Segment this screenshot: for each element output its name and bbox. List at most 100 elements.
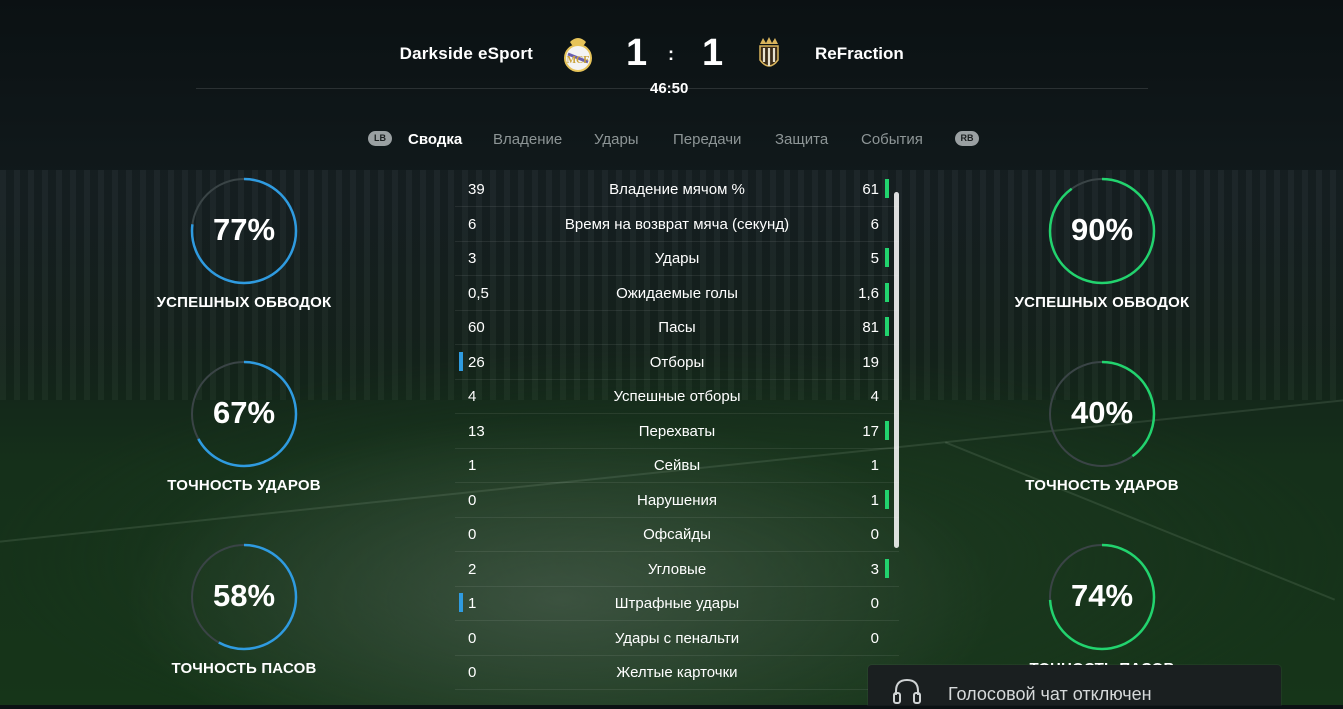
stats-tabs: LB Сводка Владение Удары Передачи Защита… (0, 130, 1343, 152)
home-team-name: Darkside eSport (399, 44, 533, 63)
home-score: 1 (626, 32, 648, 74)
away-value: 19 (862, 353, 879, 371)
home-ring-stat: 77% УСПЕШНЫХ ОБВОДОК (134, 176, 354, 326)
rb-bumper-icon[interactable]: RB (955, 131, 979, 146)
away-value: 61 (862, 181, 879, 198)
stat-label: Отборы (649, 353, 705, 371)
voice-chat-text: Голосовой чат отключен (948, 684, 1152, 704)
ring-value: 67% (212, 395, 276, 430)
away-leader-bar (885, 558, 889, 578)
score-separator: : (668, 44, 674, 64)
stats-table[interactable]: 39 Владение мячом % 61 6 Время на возврат мя… (455, 172, 899, 692)
tab-defending[interactable]: Защита (775, 131, 828, 148)
stat-label: Успешные отборы (613, 388, 741, 405)
away-value: 6 (870, 215, 879, 233)
stat-row: 1 Сейвы 1 (455, 448, 899, 483)
ring-value: 90% (1070, 212, 1134, 247)
away-value: 3 (870, 560, 879, 578)
stat-row: 3 Удары 5 (455, 241, 899, 276)
stat-label: Угловые (647, 560, 707, 578)
tab-passing[interactable]: Передачи (673, 131, 741, 148)
voice-chat-notification: Голосовой чат отключен (868, 665, 1281, 705)
ring-value: 58% (212, 578, 276, 613)
tab-summary[interactable]: Сводка (408, 131, 462, 148)
away-score: 1 (702, 32, 724, 74)
stat-label: Пасы (658, 319, 696, 336)
stat-label: Сейвы (653, 457, 701, 474)
away-value: 17 (862, 422, 879, 440)
ring-value: 77% (212, 212, 276, 247)
home-value: 4 (468, 388, 477, 405)
stat-row: 0 Желтые карточки (455, 655, 899, 690)
ring-label: ТОЧНОСТЬ УДАРОВ (1025, 477, 1179, 494)
headset-icon (893, 678, 921, 704)
stat-label: Нарушения (636, 491, 717, 509)
away-value: 1,6 (858, 284, 879, 302)
away-value: 4 (870, 388, 879, 405)
stat-row: 26 Отборы 19 (455, 345, 899, 380)
stat-label: Желтые карточки (616, 664, 738, 681)
away-value: 1 (870, 457, 879, 474)
home-value: 1 (468, 595, 477, 612)
ring-label: ТОЧНОСТЬ ПАСОВ (171, 660, 317, 677)
ring-label: УСПЕШНЫХ ОБВОДОК (1014, 294, 1190, 311)
stat-label: Офсайды (643, 526, 711, 543)
home-value: 6 (468, 215, 477, 233)
tab-shots[interactable]: Удары (594, 131, 639, 148)
ring-label: ТОЧНОСТЬ УДАРОВ (167, 477, 321, 494)
stat-row: 6 Время на возврат мяча (секунд) 6 (455, 207, 899, 242)
home-value: 3 (468, 250, 477, 267)
away-leader-bar (885, 317, 889, 336)
stat-row: 0 Офсайды 0 (455, 517, 899, 552)
stat-label: Перехваты (638, 422, 716, 440)
away-leader-bar (885, 420, 889, 440)
away-value: 0 (870, 526, 879, 543)
stat-row: 0 Удары с пенальти 0 (455, 621, 899, 656)
away-value: 1 (870, 491, 879, 509)
home-value: 0 (468, 664, 477, 681)
ring-value: 74% (1070, 578, 1134, 613)
home-value: 0,5 (468, 284, 489, 302)
tab-events[interactable]: События (861, 131, 923, 148)
stat-label: Ожидаемые голы (616, 284, 738, 302)
away-value: 0 (870, 595, 879, 612)
tab-possession[interactable]: Владение (493, 131, 562, 148)
home-value: 39 (468, 181, 485, 198)
away-value: 5 (870, 250, 879, 267)
away-value: 0 (870, 629, 879, 647)
away-ring-stat: 90% УСПЕШНЫХ ОБВОДОК (992, 176, 1212, 326)
stat-row: 1 Штрафные удары 0 (455, 586, 899, 621)
stat-row: 0 Нарушения 1 (455, 483, 899, 518)
home-value: 13 (468, 422, 485, 440)
stats-scrollbar[interactable] (894, 192, 899, 548)
home-leader-bar (459, 351, 463, 371)
lb-bumper-icon[interactable]: LB (368, 131, 392, 146)
stat-row: 0,5 Ожидаемые голы 1,6 (455, 276, 899, 311)
real-madrid-crest-icon: MCF (564, 38, 592, 72)
home-value: 26 (468, 353, 485, 371)
stat-label: Штрафные удары (614, 595, 740, 612)
scoreboard: Darkside eSport MCF 1 : 1 ReFraction (0, 30, 1343, 78)
away-leader-bar (885, 179, 889, 198)
stat-row: 2 Угловые 3 (455, 552, 899, 587)
away-ring-stat: 40% ТОЧНОСТЬ УДАРОВ (992, 359, 1212, 509)
stat-label: Удары с пенальти (614, 629, 740, 647)
stat-row: 13 Перехваты 17 (455, 414, 899, 449)
away-team-name: ReFraction (815, 44, 904, 63)
away-value: 81 (862, 319, 879, 336)
stat-label: Удары (654, 250, 700, 267)
crown-crest-icon (759, 37, 779, 67)
home-value: 0 (468, 629, 477, 647)
home-leader-bar (459, 593, 463, 612)
home-ring-stat: 67% ТОЧНОСТЬ УДАРОВ (134, 359, 354, 509)
ring-value: 40% (1070, 395, 1134, 430)
svg-text:MCF: MCF (567, 55, 590, 66)
away-leader-bar (885, 489, 889, 509)
stat-label: Время на возврат мяча (секунд) (564, 215, 790, 233)
stat-row: 4 Успешные отборы 4 (455, 379, 899, 414)
stat-row: 60 Пасы 81 (455, 310, 899, 345)
home-value: 1 (468, 457, 477, 474)
ring-label: УСПЕШНЫХ ОБВОДОК (156, 294, 332, 311)
home-value: 0 (468, 526, 477, 543)
away-leader-bar (885, 282, 889, 302)
